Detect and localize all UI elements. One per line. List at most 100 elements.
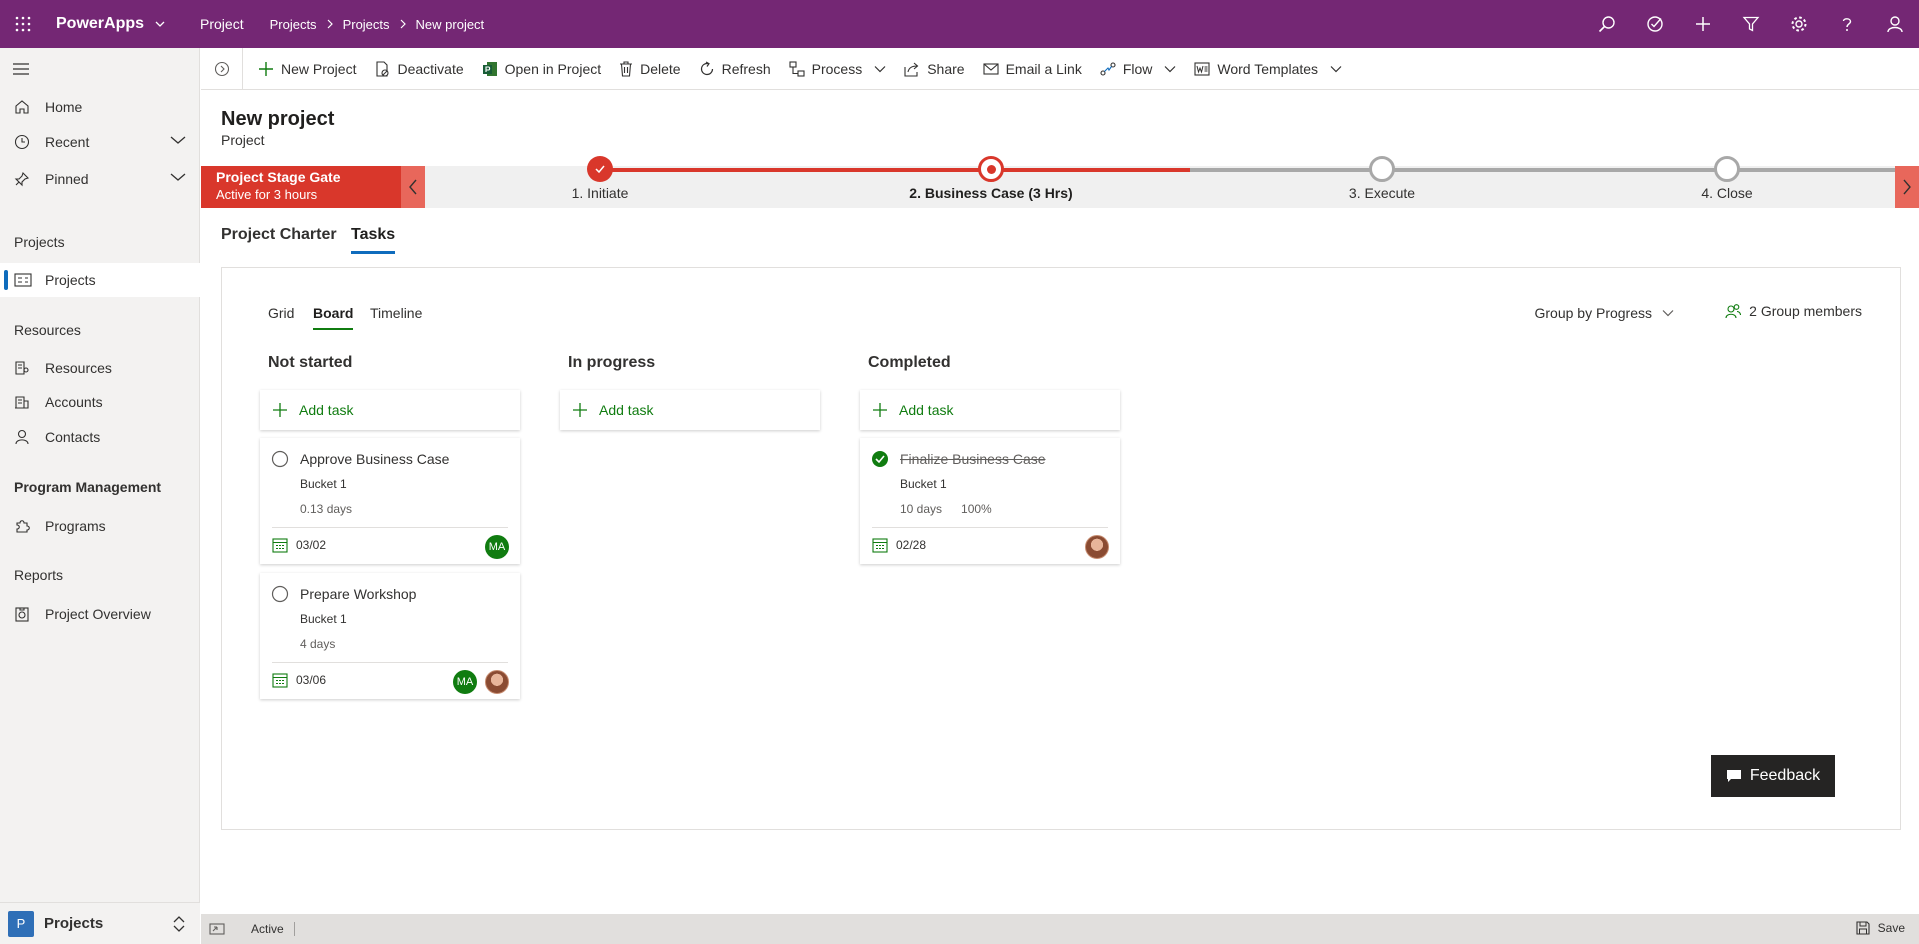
email-a-link-button[interactable]: Email a Link xyxy=(974,48,1091,90)
chevron-down-icon[interactable] xyxy=(170,135,186,145)
avatar[interactable]: MA xyxy=(453,670,477,694)
add-task-button[interactable]: Add task xyxy=(860,390,1120,430)
user-icon[interactable] xyxy=(1871,0,1919,48)
report-icon xyxy=(14,606,32,622)
module-name[interactable]: Project xyxy=(200,16,244,32)
bpf-stage-execute[interactable]: 3. Execute xyxy=(1282,156,1482,208)
sidebar-item-project-overview[interactable]: Project Overview xyxy=(0,597,200,631)
tab-project-charter[interactable]: Project Charter xyxy=(221,226,337,244)
plus-icon xyxy=(872,402,888,418)
task-card[interactable]: Prepare Workshop Bucket 1 4 days 03/06 M… xyxy=(260,573,520,699)
sidebar-item-programs[interactable]: Programs xyxy=(0,509,200,543)
delete-button[interactable]: Delete xyxy=(610,48,689,90)
plus-icon xyxy=(572,402,588,418)
app-name[interactable]: PowerApps xyxy=(56,15,144,33)
deactivate-button[interactable]: Deactivate xyxy=(365,48,472,90)
breadcrumb-current: New project xyxy=(415,16,485,32)
add-task-button[interactable]: Add task xyxy=(260,390,520,430)
app-switcher-chevron-icon[interactable] xyxy=(154,18,166,30)
task-bucket: Bucket 1 xyxy=(300,612,347,626)
tab-tasks[interactable]: Tasks xyxy=(351,226,396,254)
sidebar-item-pinned[interactable]: Pinned xyxy=(0,162,200,196)
breadcrumb-item[interactable]: Projects xyxy=(270,17,317,32)
sidebar-item-recent[interactable]: Recent xyxy=(0,125,200,159)
view-tab-board[interactable]: Board xyxy=(313,305,354,330)
incomplete-circle-icon[interactable] xyxy=(271,450,289,468)
word-templates-button[interactable]: Word Templates xyxy=(1185,48,1351,90)
task-percent-complete: 100% xyxy=(961,502,992,516)
task-bucket: Bucket 1 xyxy=(300,477,347,491)
view-tab-timeline[interactable]: Timeline xyxy=(370,305,422,321)
chevron-down-icon[interactable] xyxy=(1330,65,1342,73)
task-check-icon[interactable] xyxy=(1631,0,1679,48)
save-icon xyxy=(1856,921,1870,935)
bpf-stage-business-case[interactable]: 2. Business Case (3 Hrs) xyxy=(891,156,1091,208)
bpf-stage-initiate[interactable]: 1. Initiate xyxy=(500,156,700,208)
group-members-label: 2 Group members xyxy=(1749,303,1862,319)
area-switcher[interactable]: P Projects xyxy=(0,902,200,944)
task-meta: 4 days xyxy=(300,637,335,651)
chevron-down-icon[interactable] xyxy=(170,172,186,182)
sidebar-item-home[interactable]: Home xyxy=(0,90,200,124)
view-tab-grid[interactable]: Grid xyxy=(268,305,294,321)
sidebar-item-resources[interactable]: Resources xyxy=(0,351,200,385)
process-button[interactable]: Process xyxy=(780,48,896,90)
bpf-next-button[interactable] xyxy=(1895,166,1919,208)
refresh-button[interactable]: Refresh xyxy=(690,48,780,90)
area-badge: P xyxy=(8,910,34,937)
completed-check-icon[interactable] xyxy=(871,450,889,468)
task-card[interactable]: Approve Business Case Bucket 1 0.13 days… xyxy=(260,438,520,564)
avatar[interactable]: MA xyxy=(485,535,509,559)
area-label: Projects xyxy=(44,915,104,932)
help-icon[interactable] xyxy=(1823,0,1871,48)
open-record-icon[interactable] xyxy=(209,922,225,936)
bpf-stage-close[interactable]: 4. Close xyxy=(1627,156,1827,208)
bpf-previous-button[interactable] xyxy=(401,166,425,208)
record-status: Active xyxy=(251,922,295,936)
sidebar-item-projects[interactable]: Projects xyxy=(0,263,200,297)
flow-button[interactable]: Flow xyxy=(1091,48,1186,90)
task-card[interactable]: Finalize Business Case Bucket 1 10 days … xyxy=(860,438,1120,564)
task-due-date: 03/02 xyxy=(272,537,326,553)
plus-icon[interactable] xyxy=(1679,0,1727,48)
sidebar-item-contacts[interactable]: Contacts xyxy=(0,420,200,454)
incomplete-circle-icon[interactable] xyxy=(271,585,289,603)
divider xyxy=(872,527,1108,528)
task-date-text: 03/06 xyxy=(296,673,327,687)
command-label: New Project xyxy=(281,60,357,77)
avatar-photo[interactable] xyxy=(1085,535,1109,559)
breadcrumb-chevron-icon xyxy=(399,19,407,29)
group-members-button[interactable]: 2 Group members xyxy=(1725,303,1862,319)
command-label: Deactivate xyxy=(397,60,464,77)
group-by-dropdown[interactable]: Group by Progress xyxy=(1535,305,1675,321)
avatar-photo[interactable] xyxy=(485,670,509,694)
add-task-button[interactable]: Add task xyxy=(560,390,820,430)
pin-icon xyxy=(14,171,32,187)
new-project-button[interactable]: New Project xyxy=(249,48,365,90)
active-stage-icon xyxy=(978,156,1004,182)
bpf-process-flyout[interactable]: Project Stage Gate Active for 3 hours xyxy=(201,166,401,208)
save-label: Save xyxy=(1877,921,1905,935)
chevron-down-icon[interactable] xyxy=(874,65,886,73)
breadcrumb-item[interactable]: Projects xyxy=(343,17,390,32)
chevron-down-icon[interactable] xyxy=(1164,65,1176,73)
collapse-icon[interactable] xyxy=(201,47,243,90)
sidebar-item-label: Projects xyxy=(45,272,96,288)
share-button[interactable]: Share xyxy=(895,48,973,90)
sidebar-item-label: Programs xyxy=(45,518,106,534)
project-app-icon xyxy=(482,61,498,77)
sidebar-item-label: Resources xyxy=(45,360,112,376)
filter-icon[interactable] xyxy=(1727,0,1775,48)
app-launcher-icon[interactable] xyxy=(0,0,46,48)
feedback-button[interactable]: Feedback xyxy=(1711,755,1835,797)
hamburger-icon[interactable] xyxy=(12,62,30,76)
contact-icon xyxy=(14,429,32,445)
search-icon[interactable] xyxy=(1583,0,1631,48)
gear-icon[interactable] xyxy=(1775,0,1823,48)
calendar-icon xyxy=(272,672,288,688)
sidebar-item-label: Recent xyxy=(45,134,90,150)
open-in-project-button[interactable]: Open in Project xyxy=(473,48,611,90)
save-button[interactable]: Save xyxy=(1856,921,1905,935)
sidebar-item-accounts[interactable]: Accounts xyxy=(0,385,200,419)
command-label: Process xyxy=(811,60,863,77)
